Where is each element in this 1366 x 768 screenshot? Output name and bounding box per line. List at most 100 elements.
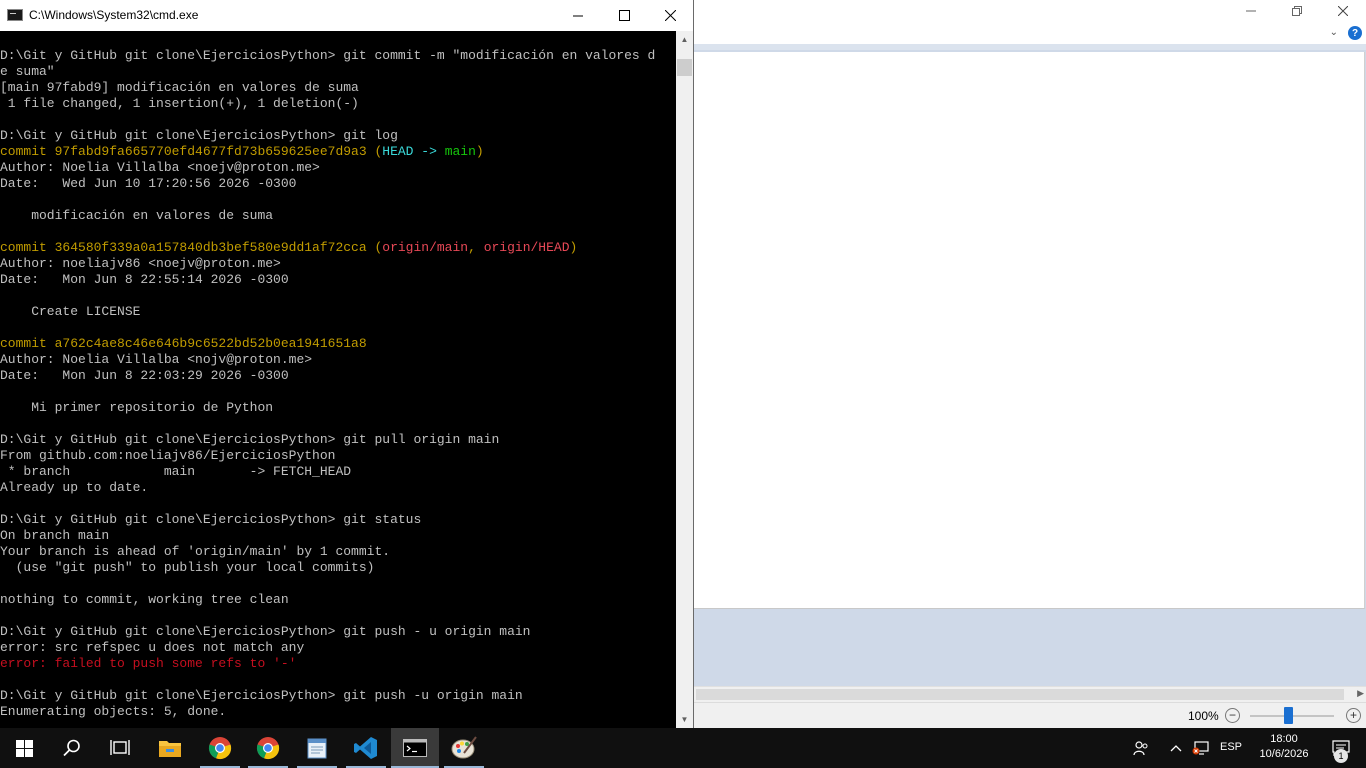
console-line: 1 file changed, 1 insertion(+), 1 deleti… — [0, 96, 359, 112]
chrome-button-2[interactable] — [244, 728, 292, 768]
console-line: Date: Mon Jun 8 22:03:29 2026 -0300 — [0, 368, 289, 384]
console-line: commit 364580f339a0a157840db3bef580e9dd1… — [0, 240, 577, 256]
bg-minimize-button[interactable] — [1228, 0, 1274, 22]
console-text-segment: 1 file changed, 1 insertion(+), 1 deleti… — [0, 96, 359, 111]
cmd-titlebar[interactable]: C:\Windows\System32\cmd.exe — [0, 0, 693, 31]
maximize-icon — [618, 10, 630, 21]
clock-date: 10/6/2026 — [1259, 748, 1309, 760]
scroll-down-icon[interactable]: ▼ — [676, 711, 693, 728]
console-text-segment: origin/main — [382, 240, 469, 255]
console-text-segment: origin/HEAD — [483, 240, 570, 255]
restore-icon — [1292, 6, 1302, 16]
zoom-in-button[interactable]: + — [1346, 708, 1361, 723]
search-icon — [63, 739, 80, 757]
console-line: commit a762c4ae8c46e646b9c6522bd52b0ea19… — [0, 336, 367, 352]
console-text-segment: nothing to commit, working tree clean — [0, 592, 289, 607]
vscode-icon — [354, 737, 377, 759]
language-indicator[interactable]: ESP — [1220, 741, 1242, 753]
console-line: (use "git push" to publish your local co… — [0, 560, 375, 576]
zoom-slider-thumb[interactable] — [1283, 707, 1293, 724]
cmd-close-button[interactable] — [647, 0, 693, 31]
system-clock[interactable]: 18:00 10/6/2026 — [1252, 732, 1316, 762]
close-icon — [664, 10, 676, 21]
cmd-window-icon — [7, 9, 23, 21]
minimize-icon — [573, 15, 583, 16]
console-line: nothing to commit, working tree clean — [0, 592, 289, 608]
console-line: Author: noeliajv86 <noejv@proton.me> — [0, 256, 281, 272]
cmd-scrollbar-thumb[interactable] — [677, 59, 692, 76]
zoom-out-button[interactable]: − — [1225, 708, 1240, 723]
bg-close-button[interactable] — [1320, 0, 1366, 22]
console-text-segment: HEAD -> — [382, 144, 445, 159]
console-line: error: src refspec u does not match any — [0, 640, 304, 656]
bg-restore-button[interactable] — [1274, 0, 1320, 22]
notepad-icon — [307, 738, 327, 759]
console-text-segment: commit a762c4ae8c46e646b9c6522bd52b0ea19… — [0, 336, 367, 351]
console-line: Create LICENSE — [0, 304, 140, 320]
console-output[interactable]: D:\Git y GitHub git clone\EjerciciosPyth… — [0, 31, 676, 728]
console-line: Date: Wed Jun 10 17:20:56 2026 -0300 — [0, 176, 296, 192]
console-text-segment: Date: Mon Jun 8 22:03:29 2026 -0300 — [0, 368, 289, 383]
show-hidden-icons-button[interactable] — [1166, 728, 1186, 768]
help-icon[interactable]: ? — [1348, 26, 1362, 40]
console-line: D:\Git y GitHub git clone\EjerciciosPyth… — [0, 624, 531, 640]
background-window-caption-buttons — [1228, 0, 1366, 24]
scroll-right-icon[interactable]: ▶ — [1357, 688, 1364, 699]
cmd-minimize-button[interactable] — [555, 0, 601, 31]
chrome-button-1[interactable] — [196, 728, 244, 768]
taskbar: ESP 18:00 10/6/2026 — [0, 728, 1366, 768]
scroll-up-icon[interactable]: ▲ — [676, 31, 693, 48]
cmd-button[interactable] — [391, 728, 439, 768]
paint-button[interactable] — [440, 728, 488, 768]
console-line: Enumerating objects: 5, done. — [0, 704, 226, 720]
clock-time: 18:00 — [1270, 733, 1298, 745]
console-line: Author: Noelia Villalba <nojv@proton.me> — [0, 352, 312, 368]
console-text-segment: (use "git push" to publish your local co… — [0, 560, 375, 575]
task-view-button[interactable] — [96, 728, 144, 768]
drawing-canvas[interactable] — [694, 52, 1365, 609]
minimize-icon — [1246, 10, 1256, 12]
console-text-segment: commit 97fabd9fa665770efd4677fd73b659625… — [0, 144, 383, 159]
notepad-button[interactable] — [293, 728, 341, 768]
console-text-segment: ) — [569, 240, 578, 255]
console-text-segment: D:\Git y GitHub git clone\EjerciciosPyth… — [0, 688, 523, 703]
notification-count-badge: 1 — [1334, 749, 1348, 763]
console-text-segment: e suma" — [0, 64, 55, 79]
console-line: Date: Mon Jun 8 22:55:14 2026 -0300 — [0, 272, 289, 288]
console-line: error: failed to push some refs to '-' — [0, 656, 296, 672]
console-line: Already up to date. — [0, 480, 148, 496]
console-line: Your branch is ahead of 'origin/main' by… — [0, 544, 390, 560]
console-text-segment: Mi primer repositorio de Python — [0, 400, 274, 415]
console-line: Mi primer repositorio de Python — [0, 400, 273, 416]
start-button[interactable] — [0, 728, 48, 768]
people-button[interactable] — [1130, 728, 1152, 768]
console-text-segment: D:\Git y GitHub git clone\EjerciciosPyth… — [0, 128, 398, 143]
console-text-segment: D:\Git y GitHub git clone\EjerciciosPyth… — [0, 48, 656, 63]
console-text-segment: Create LICENSE — [0, 304, 141, 319]
console-line: D:\Git y GitHub git clone\EjerciciosPyth… — [0, 512, 421, 528]
network-button[interactable] — [1190, 728, 1212, 768]
console-line: [main 97fabd9] modificación en valores d… — [0, 80, 359, 96]
network-disconnected-icon — [1192, 741, 1209, 755]
people-icon — [1133, 741, 1148, 756]
file-explorer-button[interactable] — [146, 728, 194, 768]
scrollbar-thumb[interactable] — [696, 689, 1344, 700]
console-text-segment: From github.com:noeliajv86/EjerciciosPyt… — [0, 448, 336, 463]
background-window: ⌄ ? ▶ 100% − + — [694, 0, 1366, 729]
ribbon-collapse-chevron-icon[interactable]: ⌄ — [1330, 27, 1338, 38]
console-line: Author: Noelia Villalba <noejv@proton.me… — [0, 160, 320, 176]
console-text-segment: Already up to date. — [0, 480, 149, 495]
console-line: D:\Git y GitHub git clone\EjerciciosPyth… — [0, 432, 499, 448]
cmd-window-title: C:\Windows\System32\cmd.exe — [29, 8, 199, 22]
cmd-maximize-button[interactable] — [601, 0, 647, 31]
vscode-button[interactable] — [342, 728, 390, 768]
console-line: D:\Git y GitHub git clone\EjerciciosPyth… — [0, 128, 398, 144]
search-button[interactable] — [48, 728, 96, 768]
console-text-segment: commit 364580f339a0a157840db3bef580e9dd1… — [0, 240, 383, 255]
console-line: From github.com:noeliajv86/EjerciciosPyt… — [0, 448, 335, 464]
cmd-vertical-scrollbar[interactable]: ▲ ▼ — [676, 31, 693, 728]
console-text-segment: ) — [475, 144, 484, 159]
cmd-window[interactable]: C:\Windows\System32\cmd.exe D:\Git y Git… — [0, 0, 694, 728]
console-line: On branch main — [0, 528, 109, 544]
horizontal-scrollbar[interactable]: ▶ — [694, 686, 1366, 703]
